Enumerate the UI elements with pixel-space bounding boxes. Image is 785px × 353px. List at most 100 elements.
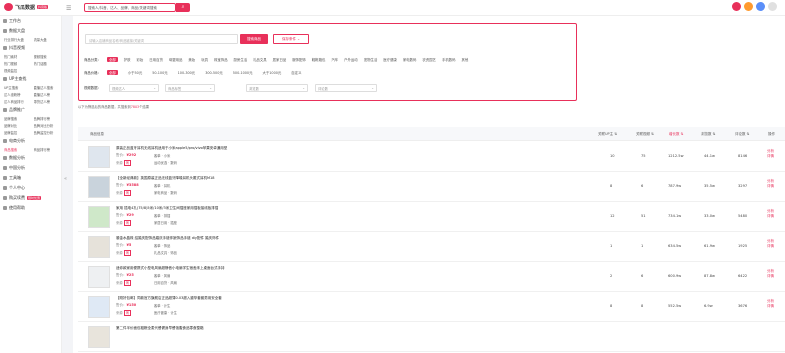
detail-link[interactable]: 详情: [767, 274, 774, 279]
product-title[interactable]: 【刚好包邮】同款官方旗舰店正品超薄0.03超入避孕套套男用安全套: [116, 296, 316, 301]
category-option[interactable]: 护肤: [124, 57, 131, 62]
table-row[interactable]: 【刚好包邮】同款官方旗舰店正品超薄0.03超入避孕套套男用安全套 售价：¥150 客…: [78, 292, 785, 322]
table-row[interactable]: 原装正品蓝牙耳机无线耳机适用于小米apple5/pro/vivo苹果安卓通用型售…: [78, 142, 785, 172]
price-option[interactable]: 自定义: [291, 70, 301, 75]
message-icon[interactable]: [732, 2, 741, 11]
product-thumbnail[interactable]: [88, 206, 110, 228]
top-search-button[interactable]: ⌕: [176, 3, 190, 12]
select-goods-tag[interactable]: 商品标签 ⌄: [165, 84, 215, 92]
category-option[interactable]: 美妆: [188, 57, 195, 62]
sidebar-section[interactable]: 数据分析: [0, 153, 61, 163]
sidebar-section[interactable]: 电商分析: [0, 136, 61, 146]
category-option[interactable]: 礼品文具: [253, 57, 267, 62]
help-icon[interactable]: [756, 2, 765, 11]
save-condition-button[interactable]: 保存条件 ⌄: [273, 34, 309, 44]
top-search-input[interactable]: 搜索人/抖音、达人、品牌、商品/关键词搜索: [84, 3, 176, 12]
sidebar-section[interactable]: 中国分析: [0, 163, 61, 173]
product-title[interactable]: 迷你款家用便携式小型电风扇超静音小电扇学生宿舍床上桌面台式手持: [116, 266, 316, 271]
sidebar-section[interactable]: 品牌推广: [0, 105, 61, 115]
price-option[interactable]: 300-500元: [205, 70, 223, 75]
menu-icon[interactable]: ☰: [66, 5, 71, 12]
product-title[interactable]: 第二件半价面包粗粮全麦代餐健身早餐饱腹食品零食整箱: [116, 326, 316, 331]
table-row[interactable]: 鎏金水晶珠 结婚庆配饰品婚庆手链伴娘饰品手链 diy配件 婚庆饰件 售价：¥5 客单…: [78, 232, 785, 262]
category-option[interactable]: 汽车: [331, 57, 338, 62]
category-option[interactable]: 全部: [106, 57, 118, 62]
category-option[interactable]: 农资园艺: [422, 57, 436, 62]
sidebar-section[interactable]: 工具箱: [0, 173, 61, 183]
detail-link[interactable]: 详情: [767, 244, 774, 249]
sidebar-section[interactable]: 工作台: [0, 16, 61, 26]
category-option[interactable]: 居家日品: [273, 57, 287, 62]
sidebar-item[interactable]: 达人商品排行: [4, 99, 28, 104]
product-thumbnail[interactable]: [88, 236, 110, 258]
logo[interactable]: 飞瓜数据 抖音版: [4, 3, 49, 11]
vip-icon[interactable]: [744, 2, 753, 11]
category-option[interactable]: 鞋靴箱包: [312, 57, 326, 62]
table-row[interactable]: 【全新经典款】英国原装正品无线蓝牙降噪耳机头戴式耳机M18 售价：¥3588 客单 …: [78, 172, 785, 202]
price-option[interactable]: 100-300元: [178, 70, 196, 75]
price-option[interactable]: 全部: [106, 70, 118, 75]
select-views[interactable]: 浏览数 ⌄: [246, 84, 308, 92]
detail-link[interactable]: 详情: [767, 214, 774, 219]
sidebar-item[interactable]: 品牌对比: [4, 123, 28, 128]
sidebar-section[interactable]: 数据大盘: [0, 26, 61, 36]
detail-link[interactable]: 详情: [767, 184, 774, 189]
category-option[interactable]: 玩具: [201, 57, 208, 62]
sidebar-item[interactable]: 达人涨粉榜: [4, 92, 28, 97]
header-growth[interactable]: 增长数 ⇅: [669, 132, 684, 137]
sidebar-item[interactable]: 行业排行大盘: [4, 37, 28, 42]
search-goods-button[interactable]: 搜索商品: [240, 34, 268, 44]
keyword-input[interactable]: 请输入店铺商品名称/商品链接/关键词: [85, 34, 238, 44]
detail-link[interactable]: 详情: [767, 154, 774, 159]
header-views[interactable]: 浏览数 ⇅: [701, 132, 716, 137]
category-option[interactable]: 家电数码: [403, 57, 417, 62]
sidebar-item[interactable]: 直播达人搜索: [34, 85, 58, 90]
product-title[interactable]: 原装正品蓝牙耳机无线耳机适用于小米apple5/pro/vivo苹果安卓通用型: [116, 146, 316, 151]
category-option[interactable]: 珠宝饰品: [214, 57, 228, 62]
category-option[interactable]: 彩妆: [137, 57, 144, 62]
sidebar-section[interactable]: 个人中心: [0, 183, 61, 193]
table-row[interactable]: 迷你款家用便携式小型电风扇超静音小电扇学生宿舍床上桌面台式手持 售价：¥25 客单 …: [78, 262, 785, 292]
sidebar-item[interactable]: 商品排行榜: [34, 147, 58, 152]
product-title[interactable]: 【全新经典款】英国原装正品无线蓝牙降噪耳机头戴式耳机M18: [116, 176, 316, 181]
price-option[interactable]: 500-1000元: [233, 70, 253, 75]
sidebar-item[interactable]: 带货达人榜: [34, 99, 58, 104]
sidebar-item[interactable]: 品牌监控: [4, 130, 28, 135]
sidebar-item[interactable]: 视频搜索: [34, 54, 58, 59]
sidebar-item[interactable]: 品牌对比分析: [34, 123, 58, 128]
select-video-creator[interactable]: 视频达人 ⌄: [109, 84, 159, 92]
sidebar-item[interactable]: 热门视频: [4, 61, 28, 66]
category-option[interactable]: 宠物生活: [364, 57, 378, 62]
sidebar-item[interactable]: 热门素材: [4, 54, 28, 59]
header-video[interactable]: 关联视频 ⇅: [636, 132, 654, 137]
category-option[interactable]: 医疗健康: [383, 57, 397, 62]
price-option[interactable]: 50-100元: [152, 70, 167, 75]
table-row[interactable]: 家用 插电4孔(75/8)5米/10米/3米卫生间插座家用插板接线板排插 售价：¥…: [78, 202, 785, 232]
category-option[interactable]: 手机数码: [442, 57, 456, 62]
product-thumbnail[interactable]: [88, 176, 110, 198]
product-thumbnail[interactable]: [88, 266, 110, 288]
sidebar-item[interactable]: 流量大盘: [34, 37, 58, 42]
sidebar-section[interactable]: UP主查找: [0, 74, 61, 84]
sidebar-section[interactable]: 使用帮助: [0, 203, 61, 213]
price-option[interactable]: 大于1000元: [262, 70, 281, 75]
detail-link[interactable]: 详情: [767, 304, 774, 309]
table-row[interactable]: 第二件半价面包粗粮全麦代餐健身早餐饱腹食品零食整箱: [78, 322, 785, 352]
header-up[interactable]: 关联UP主 ⇅: [598, 132, 617, 137]
category-option[interactable]: 日用百货: [149, 57, 163, 62]
sidebar-section[interactable]: 购买续费 限时优惠: [0, 193, 61, 203]
sidebar-item[interactable]: 视频监控: [4, 68, 28, 73]
sidebar-item[interactable]: 品牌监控分析: [34, 130, 58, 135]
sidebar-item[interactable]: 品牌搜索: [4, 116, 28, 121]
product-title[interactable]: 鎏金水晶珠 结婚庆配饰品婚庆手链伴娘饰品手链 diy配件 婚庆饰件: [116, 236, 316, 241]
product-thumbnail[interactable]: [88, 296, 110, 318]
category-option[interactable]: 厨房生活: [234, 57, 248, 62]
sidebar-item[interactable]: 品牌排行榜: [34, 116, 58, 121]
header-comments[interactable]: 评论数 ⇅: [735, 132, 750, 137]
collapse-sidebar-icon[interactable]: «: [64, 176, 67, 182]
category-option[interactable]: 户外运动: [344, 57, 358, 62]
sidebar-item[interactable]: 商品搜索: [4, 147, 28, 152]
sidebar-section[interactable]: 抖音视频: [0, 43, 61, 53]
price-option[interactable]: 小于50元: [128, 70, 143, 75]
avatar[interactable]: [768, 2, 777, 11]
